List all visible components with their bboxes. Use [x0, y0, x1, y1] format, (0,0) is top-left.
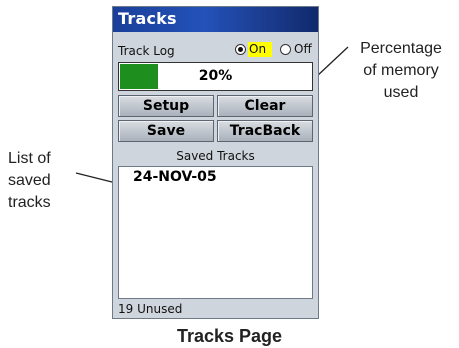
saved-tracks-list[interactable]: 24-NOV-05	[118, 166, 313, 299]
memory-usage-bar: 20%	[118, 62, 313, 91]
page-caption: Tracks Page	[176, 326, 283, 346]
list-callout-line3: tracks	[8, 194, 51, 211]
track-log-on-option[interactable]: On	[235, 42, 279, 58]
off-radio[interactable]	[280, 44, 291, 55]
saved-track-item[interactable]: 24-NOV-05	[133, 169, 217, 185]
percentage-callout-line3: used	[383, 84, 419, 101]
save-button[interactable]: Save	[118, 120, 214, 142]
list-callout-line1: List of	[8, 150, 51, 167]
clear-button[interactable]: Clear	[217, 95, 313, 117]
page-title: Tracks	[118, 9, 177, 28]
track-log-label: Track Log	[118, 44, 175, 58]
list-callout: List of saved tracks	[8, 148, 51, 214]
percentage-callout: Percentage of memory used	[348, 38, 454, 104]
title-bar: Tracks	[113, 7, 318, 32]
list-callout-line2: saved	[8, 172, 51, 189]
tracks-screen: Tracks Track Log On Off 20% Setup Clear …	[112, 6, 319, 319]
unused-count: 19 Unused	[118, 302, 183, 316]
setup-button[interactable]: Setup	[118, 95, 214, 117]
memory-usage-percent: 20%	[198, 68, 233, 84]
percentage-callout-line	[315, 46, 349, 78]
saved-tracks-header: Saved Tracks	[113, 147, 318, 165]
percentage-callout-line1: Percentage	[360, 40, 442, 57]
tracback-button[interactable]: TracBack	[217, 120, 313, 142]
track-log-off-option[interactable]: Off	[280, 42, 316, 58]
on-radio[interactable]	[235, 44, 246, 55]
on-label: On	[248, 42, 273, 57]
percentage-callout-line2: of memory	[363, 62, 439, 79]
list-callout-line	[75, 172, 117, 184]
off-label: Off	[294, 42, 312, 56]
